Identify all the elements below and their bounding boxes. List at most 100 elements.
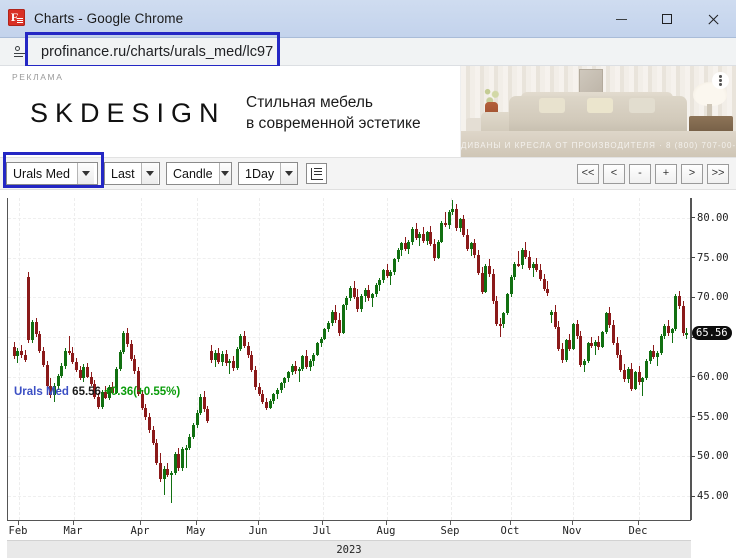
price-tick-label: 45.00 xyxy=(691,490,729,502)
list-view-icon[interactable] xyxy=(306,163,327,184)
candle-body xyxy=(634,372,637,389)
candle-body xyxy=(97,396,100,408)
ad-tagline-line1: Стильная мебель xyxy=(246,94,373,111)
candle-body xyxy=(502,313,505,325)
candle-body xyxy=(418,233,421,238)
price-tick-label: 60.00 xyxy=(691,371,729,383)
candle-body xyxy=(148,417,151,431)
profinance-favicon: F xyxy=(8,9,25,26)
candle-body xyxy=(667,326,670,334)
candle-body xyxy=(27,276,30,341)
candle-body xyxy=(312,354,315,361)
time-tick-label: Nov xyxy=(562,525,582,537)
minimize-button[interactable] xyxy=(598,0,644,38)
candle-body xyxy=(236,349,239,369)
candle-body xyxy=(546,288,549,294)
minimize-icon xyxy=(615,18,627,20)
ad-banner[interactable]: РЕКЛАМА SKDESIGN Стильная мебель в совре… xyxy=(0,66,736,158)
current-price-tag: 65.56 xyxy=(692,325,732,340)
chevron-down-icon[interactable] xyxy=(280,163,297,184)
candle-body xyxy=(656,353,659,357)
chevron-down-icon[interactable] xyxy=(218,163,231,184)
candle-wick xyxy=(452,200,453,215)
chevron-down-icon[interactable] xyxy=(140,163,158,184)
candle-body xyxy=(283,378,286,384)
favicon-bars xyxy=(17,18,23,24)
url-text[interactable]: profinance.ru/charts/urals_med/lc97 xyxy=(41,44,273,60)
candle-body xyxy=(397,249,400,260)
candle-body xyxy=(590,343,593,346)
candle-body xyxy=(455,209,458,229)
ad-options-icon[interactable] xyxy=(712,72,729,89)
chevron-down-icon[interactable] xyxy=(77,163,94,184)
candle-body xyxy=(356,296,359,310)
candle-body xyxy=(685,332,688,335)
candle-body xyxy=(382,270,385,280)
candle-body xyxy=(630,368,633,389)
nav-button-first[interactable]: << xyxy=(577,163,599,184)
candle-body xyxy=(177,454,180,469)
close-button[interactable] xyxy=(690,0,736,38)
period-selector[interactable]: 1Day xyxy=(238,162,298,185)
chart-type-selector[interactable]: Candle xyxy=(166,162,232,185)
candle-body xyxy=(517,263,520,266)
time-tick-label: Apr xyxy=(130,525,150,537)
ad-photo-sofa[interactable]: ДИВАНЫ И КРЕСЛА ОТ ПРОИЗВОДИТЕЛЯ · 8 (80… xyxy=(460,66,736,157)
candlestick-plot[interactable] xyxy=(7,198,691,520)
maximize-button[interactable] xyxy=(644,0,690,38)
price-tick-label: 80.00 xyxy=(691,212,729,224)
candle-body xyxy=(645,360,648,379)
candle-wick xyxy=(500,318,501,338)
candle-body xyxy=(280,383,283,390)
price-type-selector[interactable]: Last xyxy=(104,162,160,185)
candle-body xyxy=(367,290,370,299)
candle-body xyxy=(663,326,666,336)
nav-button-zoom-out[interactable]: - xyxy=(629,163,651,184)
chart-nav-buttons: << < - + > >> xyxy=(577,163,729,184)
address-bar[interactable]: profinance.ru/charts/urals_med/lc97 xyxy=(0,32,736,68)
candle-body xyxy=(86,367,89,377)
candle-body xyxy=(407,241,410,249)
candle-body xyxy=(587,343,590,361)
candle-body xyxy=(155,442,158,463)
candle-body xyxy=(492,274,495,302)
candle-body xyxy=(440,222,443,242)
candle-body xyxy=(188,436,191,448)
ad-tagline-line2: в современной эстетике xyxy=(246,115,421,132)
candle-body xyxy=(616,342,619,356)
candle-body xyxy=(535,263,538,270)
candle-body xyxy=(31,322,34,341)
time-tick-label: May xyxy=(186,525,206,537)
candle-body xyxy=(130,344,133,359)
time-tick-label: Jun xyxy=(248,525,268,537)
candle-body xyxy=(327,322,330,330)
title-bar: F Charts - Google Chrome xyxy=(0,0,736,38)
candle-body xyxy=(192,425,195,437)
candle-body xyxy=(24,354,27,361)
site-info-icon[interactable] xyxy=(10,41,32,63)
nav-button-zoom-in[interactable]: + xyxy=(655,163,677,184)
nav-button-prev[interactable]: < xyxy=(603,163,625,184)
candle-body xyxy=(228,360,231,364)
candle-body xyxy=(608,313,611,326)
candle-body xyxy=(247,345,250,356)
year-band: 2023 xyxy=(7,540,691,558)
nav-button-last[interactable]: >> xyxy=(707,163,729,184)
time-tick-label: Aug xyxy=(376,525,396,537)
nav-button-next[interactable]: > xyxy=(681,163,703,184)
chart-region: Urals Med 65.56 +0.36(+0.55%) 80.00 75.00… xyxy=(0,190,736,559)
candle-body xyxy=(269,400,272,408)
candle-body xyxy=(221,353,224,362)
candle-body xyxy=(261,393,264,402)
time-tick-label: Jul xyxy=(312,525,332,537)
candle-body xyxy=(57,376,60,387)
candle-body xyxy=(64,351,67,366)
candle-wick xyxy=(445,211,446,228)
price-tick-label: 70.00 xyxy=(691,291,729,303)
symbol-selector[interactable]: Urals Med xyxy=(6,162,98,185)
cushion xyxy=(629,98,655,113)
quote-legend: Urals Med 65.56 +0.36(+0.55%) xyxy=(14,386,180,398)
symbol-selector-value: Urals Med xyxy=(13,166,70,181)
candle-body xyxy=(510,276,513,295)
candle-body xyxy=(422,233,425,241)
